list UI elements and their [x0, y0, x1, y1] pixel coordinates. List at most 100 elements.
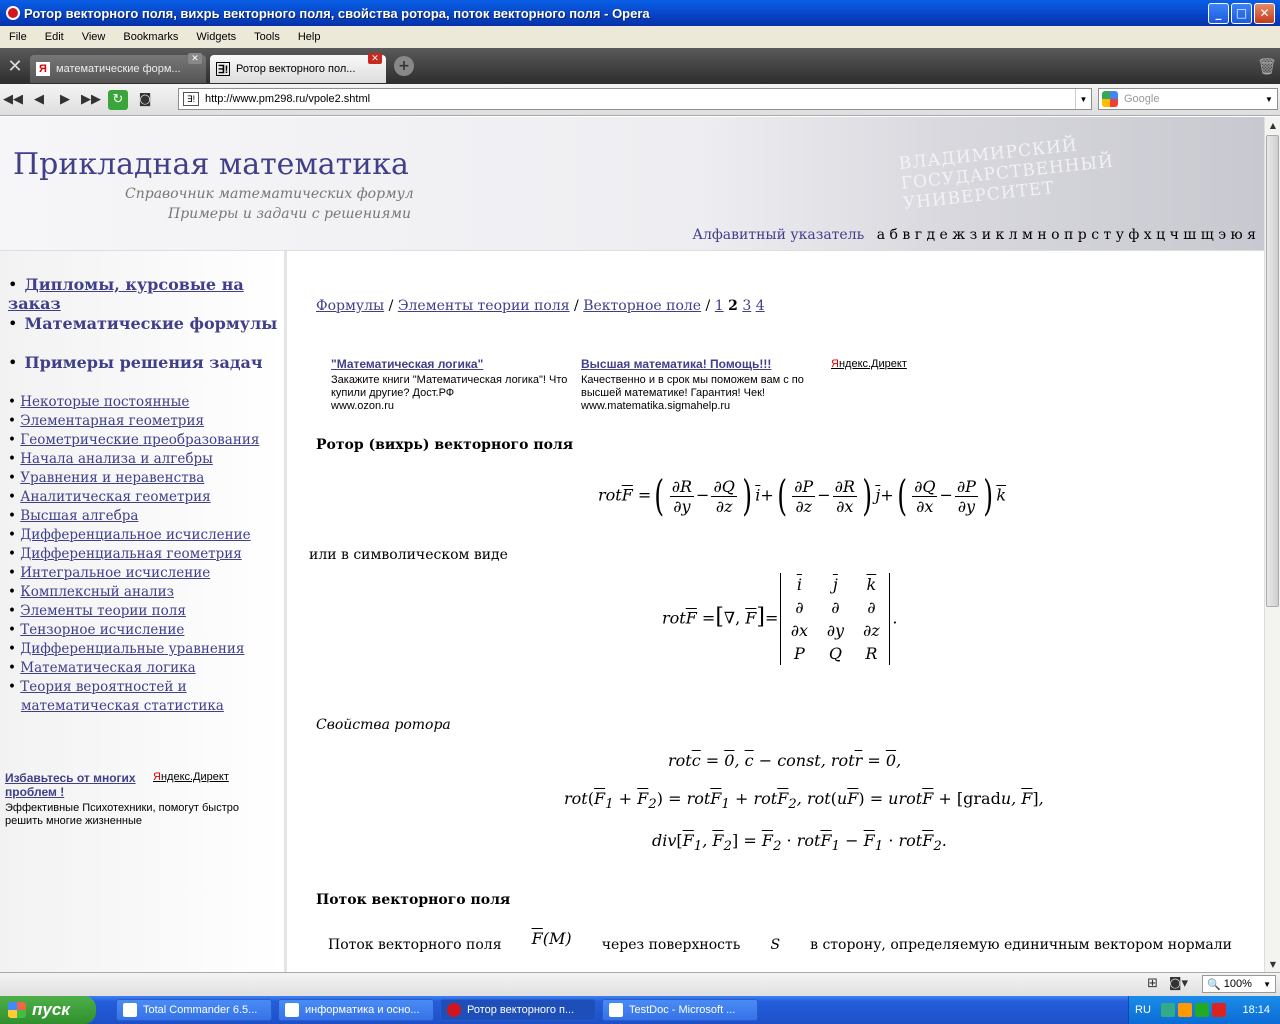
site-subtitle: Примеры и задачи с решениями: [168, 206, 411, 222]
scroll-up-icon[interactable]: ▲: [1265, 117, 1280, 133]
alphabet-index: Алфавитный указатель а б в г д е ж з и к…: [692, 227, 1256, 243]
menu-view[interactable]: View: [73, 31, 115, 43]
site-header: ВЛАДИМИРСКИЙ ГОСУДАРСТВЕННЫЙ УНИВЕРСИТЕТ…: [0, 117, 1264, 251]
reload-icon[interactable]: ↻: [108, 89, 128, 110]
sidebar-item[interactable]: • Элементарная геометрия: [8, 412, 259, 431]
sidebar-item[interactable]: • Геометрические преобразования: [8, 431, 259, 450]
sidebar-item[interactable]: • Аналитическая геометрия: [8, 488, 259, 507]
zoom-level: 100%: [1223, 978, 1252, 990]
breadcrumb-vector-field[interactable]: Векторное поле: [583, 298, 701, 314]
sidebar-item[interactable]: • Некоторые постоянные: [8, 393, 259, 412]
antivirus-icon[interactable]: [1211, 1003, 1226, 1017]
sidebar-item[interactable]: • Интегральное исчисление: [8, 564, 259, 583]
close-button[interactable]: ✕: [1254, 2, 1275, 24]
sidebar-item[interactable]: • Теория вероятностей и: [8, 678, 259, 697]
ad-item: Высшая математика! Помощь!!! Качественно…: [581, 358, 821, 413]
page-link-3[interactable]: 3: [742, 298, 751, 314]
media-icon[interactable]: [1177, 1003, 1192, 1017]
site-subtitle: Справочник математических формул: [125, 186, 414, 202]
ad-title[interactable]: Высшая математика! Помощь!!!: [581, 358, 821, 371]
ad-text: Эффективные Психотехники, помогут быстро…: [5, 802, 239, 827]
sidebar-item[interactable]: • Уравнения и неравенства: [8, 469, 259, 488]
camera-icon[interactable]: ◙▾: [1169, 976, 1188, 991]
back-icon[interactable]: ◀: [26, 88, 52, 112]
forward-icon[interactable]: ▶: [52, 88, 78, 112]
sidebar-item[interactable]: • Дифференциальное исчисление: [8, 526, 259, 545]
check-icon[interactable]: [1194, 1003, 1209, 1017]
site-title[interactable]: Прикладная математика: [13, 147, 409, 182]
search-icon: 🔍: [1207, 978, 1221, 991]
menu-file[interactable]: File: [0, 31, 36, 43]
vertical-scrollbar[interactable]: ▲ ▼: [1264, 117, 1280, 972]
scroll-down-icon[interactable]: ▼: [1265, 956, 1280, 972]
word-icon: [609, 1003, 623, 1017]
alphabet-index-link[interactable]: Алфавитный указатель: [692, 227, 864, 243]
taskbar-item[interactable]: информатика и осно...: [278, 999, 434, 1021]
address-bar[interactable]: ∃! http://www.pm298.ru/vpole2.shtml ▼: [178, 88, 1092, 110]
ad-title[interactable]: "Математическая логика": [331, 358, 571, 371]
google-icon[interactable]: [1102, 91, 1118, 107]
menu-widgets[interactable]: Widgets: [187, 31, 245, 43]
ad-url[interactable]: www.matematika.sigmahelp.ru: [581, 400, 821, 413]
tab-1[interactable]: Я математические форм... ✕: [30, 53, 206, 83]
menu-tools[interactable]: Tools: [245, 31, 289, 43]
sidebar-item[interactable]: • Комплексный анализ: [8, 583, 259, 602]
flux-paragraph: Поток векторного поля F(M) через поверхн…: [328, 929, 1232, 953]
yandex-direct-link[interactable]: Яндекс.Директ: [153, 771, 229, 783]
taskbar-item[interactable]: Ротор векторного п...: [440, 999, 596, 1021]
header-watermark: ВЛАДИМИРСКИЙ ГОСУДАРСТВЕННЫЙ УНИВЕРСИТЕТ: [897, 135, 1115, 214]
fast-forward-icon[interactable]: ▶▶: [78, 88, 104, 112]
rewind-icon[interactable]: ◀◀: [0, 88, 26, 112]
sidebar: • Дипломы, курсовые на заказ • Математич…: [0, 251, 284, 972]
start-button[interactable]: пуск: [0, 996, 96, 1024]
maximize-button[interactable]: □: [1231, 2, 1252, 24]
breadcrumb-formulas[interactable]: Формулы: [316, 298, 384, 314]
tab-2[interactable]: ∃! Ротор векторного пол... ✕: [210, 53, 386, 83]
camera-icon[interactable]: ◙: [132, 88, 158, 112]
sidebar-item[interactable]: • Элементы теории поля: [8, 602, 259, 621]
sidebar-item[interactable]: • Дифференциальная геометрия: [8, 545, 259, 564]
sidebar-item-diplomas[interactable]: • Дипломы, курсовые на заказ: [8, 275, 284, 313]
tools-icon[interactable]: ✕: [0, 48, 30, 84]
sidebar-item[interactable]: • Высшая алгебра: [8, 507, 259, 526]
address-url[interactable]: http://www.pm298.ru/vpole2.shtml: [205, 93, 370, 105]
ad-title[interactable]: Избавьтесь от многих проблем !: [5, 771, 145, 799]
alphabet-letters[interactable]: а б в г д е ж з и к л м н о п р с т у ф …: [877, 227, 1256, 243]
taskbar-item[interactable]: Total Commander 6.5...: [116, 999, 272, 1021]
sidebar-item[interactable]: • Начала анализа и алгебры: [8, 450, 259, 469]
new-tab-icon[interactable]: +: [394, 56, 414, 76]
tab-close-icon[interactable]: ✕: [188, 53, 202, 64]
ad-url[interactable]: www.ozon.ru: [331, 400, 571, 413]
sidebar-item-formulas[interactable]: • Математические формулы: [8, 314, 277, 333]
language-indicator[interactable]: RU: [1129, 1004, 1151, 1016]
sidebar-item[interactable]: • Дифференциальные уравнения: [8, 640, 259, 659]
yandex-direct-link[interactable]: Яндекс.Директ: [831, 358, 907, 371]
taskbar-item[interactable]: TestDoc - Microsoft ...: [602, 999, 758, 1021]
breadcrumb-field-theory[interactable]: Элементы теории поля: [398, 298, 570, 314]
tab-close-icon[interactable]: ✕: [368, 53, 382, 64]
zoom-control[interactable]: 🔍 100% ▼: [1202, 975, 1276, 993]
opera-icon: [6, 6, 20, 20]
formula-property-2: rot(F1 + F2) = rotF1 + rotF2, rot(uF) = …: [564, 789, 1044, 813]
menu-edit[interactable]: Edit: [36, 31, 73, 43]
sidebar-item-examples[interactable]: • Примеры решения задач: [8, 353, 263, 372]
page-link-1[interactable]: 1: [715, 298, 724, 314]
chevron-down-icon[interactable]: ▼: [1263, 980, 1271, 989]
sidebar-item[interactable]: • Тензорное исчисление: [8, 621, 259, 640]
sidebar-item[interactable]: • Математическая логика: [8, 659, 259, 678]
menu-help[interactable]: Help: [289, 31, 330, 43]
tab-bar: ✕ Я математические форм... ✕ ∃! Ротор ве…: [0, 48, 1280, 84]
menu-bookmarks[interactable]: Bookmarks: [114, 31, 187, 43]
chevron-down-icon[interactable]: ▼: [1261, 95, 1277, 104]
search-input[interactable]: Google ▼: [1098, 88, 1278, 110]
scroll-thumb[interactable]: [1266, 135, 1279, 607]
sidebar-item[interactable]: математическая статистика: [8, 697, 259, 716]
minimize-button[interactable]: _: [1208, 2, 1229, 24]
trash-icon[interactable]: 🗑: [1254, 57, 1280, 76]
ad-text: Закажите книги "Математическая логика"! …: [331, 374, 568, 399]
chevron-down-icon[interactable]: ▼: [1075, 89, 1091, 109]
network-icon[interactable]: [1160, 1003, 1175, 1017]
page-link-4[interactable]: 4: [756, 298, 765, 314]
formula-rot-expanded: rotF =(∂R ∂y − ∂Q ∂z) i+(∂P ∂z − ∂R ∂x) j+(∂Q ∂x − ∂P…: [598, 471, 1007, 520]
panel-icon[interactable]: ⊞: [1147, 976, 1158, 991]
